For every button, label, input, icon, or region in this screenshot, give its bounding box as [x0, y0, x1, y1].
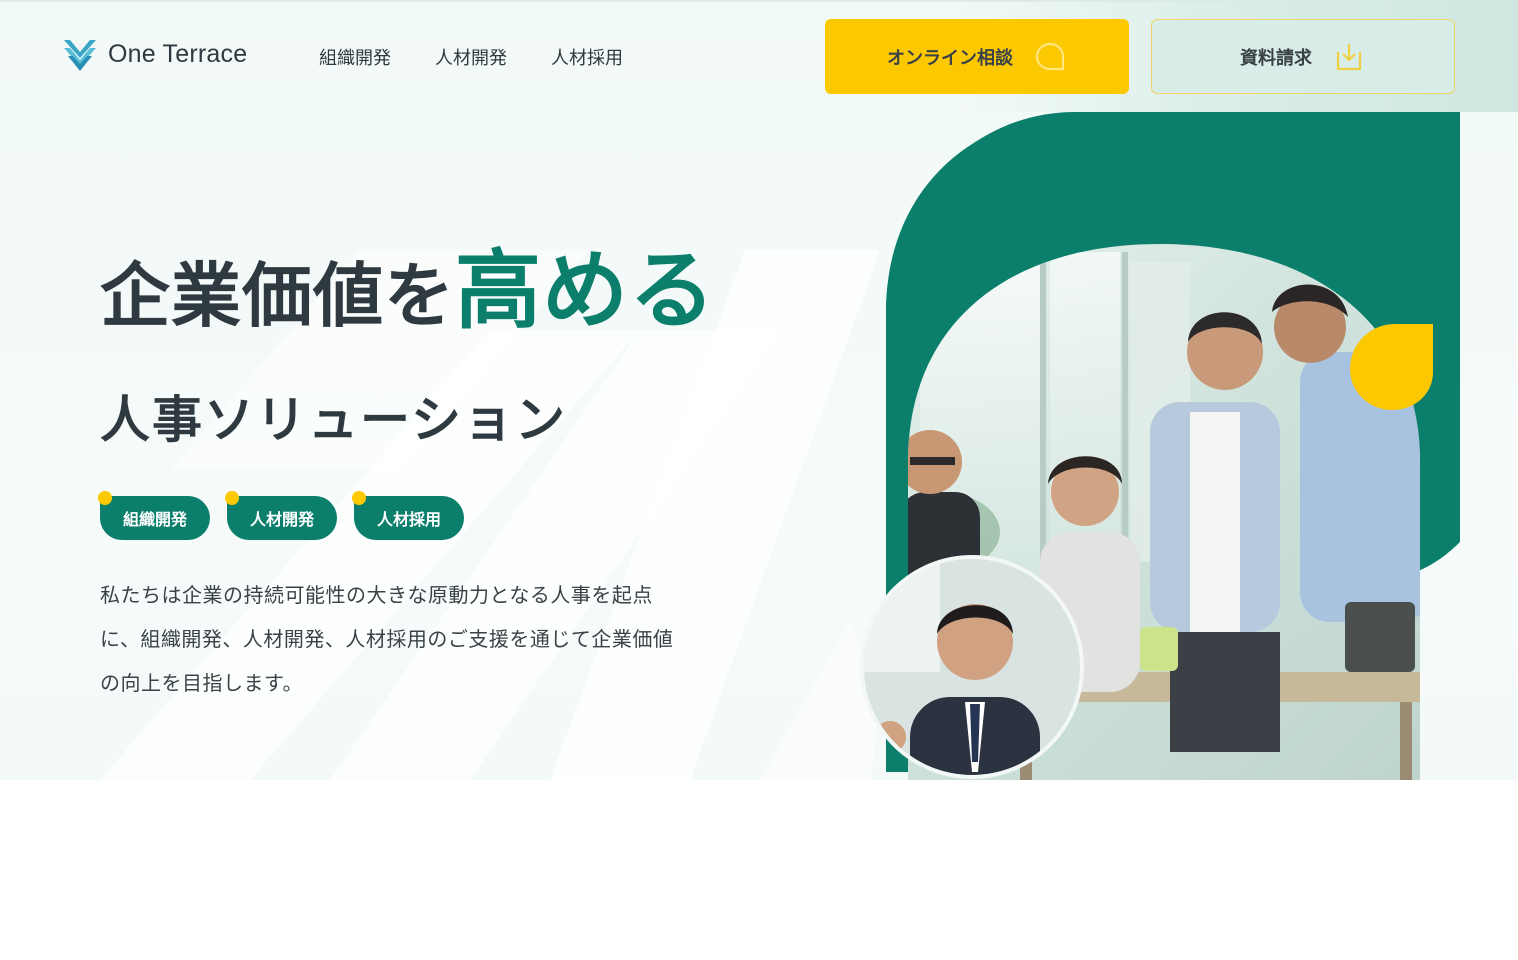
tag-dot — [352, 491, 366, 505]
tag-dot — [98, 491, 112, 505]
nav-item-recruitment[interactable]: 人材採用 — [551, 44, 623, 70]
tag-dot — [225, 491, 239, 505]
tag-recruitment: 人材採用 — [352, 491, 464, 540]
tag-label: 人材採用 — [376, 510, 441, 529]
tag-label: 人材開発 — [249, 510, 314, 529]
speech-bubble-icon — [1035, 42, 1065, 70]
online-consultation-label: オンライン相談 — [887, 47, 1013, 69]
tag-label: 組織開発 — [122, 510, 187, 529]
main-nav: 組織開発 人材開発 人材採用 — [319, 44, 623, 70]
headline-part2: 高める — [455, 241, 716, 341]
request-documents-label: 資料請求 — [1240, 47, 1312, 69]
nav-item-organization-development[interactable]: 組織開発 — [319, 44, 391, 70]
logo-chevron-icon — [64, 40, 96, 71]
tag-organization-development: 組織開発 — [98, 491, 210, 540]
hero-photo-collage — [860, 112, 1460, 780]
hero-description: 私たちは企業の持続可能性の大きな原動力となる人事を起点に、組織開発、人材開発、人… — [100, 583, 674, 695]
tag-talent-development: 人材開発 — [225, 491, 337, 540]
nav-item-talent-development[interactable]: 人材開発 — [435, 44, 507, 70]
online-consultation-button[interactable]: オンライン相談 — [825, 19, 1129, 94]
request-documents-button[interactable]: 資料請求 — [1151, 19, 1455, 94]
headline-part1: 企業価値を — [100, 255, 455, 337]
brand-name: One Terrace — [108, 39, 248, 68]
landing-page: One Terrace 組織開発 人材開発 人材採用 オンライン相談 資料請求 — [0, 0, 1518, 960]
service-tags: 組織開発 人材開発 人材採用 — [98, 491, 464, 540]
download-icon — [1336, 43, 1362, 70]
brand-logo[interactable]: One Terrace — [62, 36, 247, 72]
hero-subheading: 人事ソリューション — [100, 391, 567, 449]
hero-headline: 企業価値を高める — [100, 220, 716, 345]
